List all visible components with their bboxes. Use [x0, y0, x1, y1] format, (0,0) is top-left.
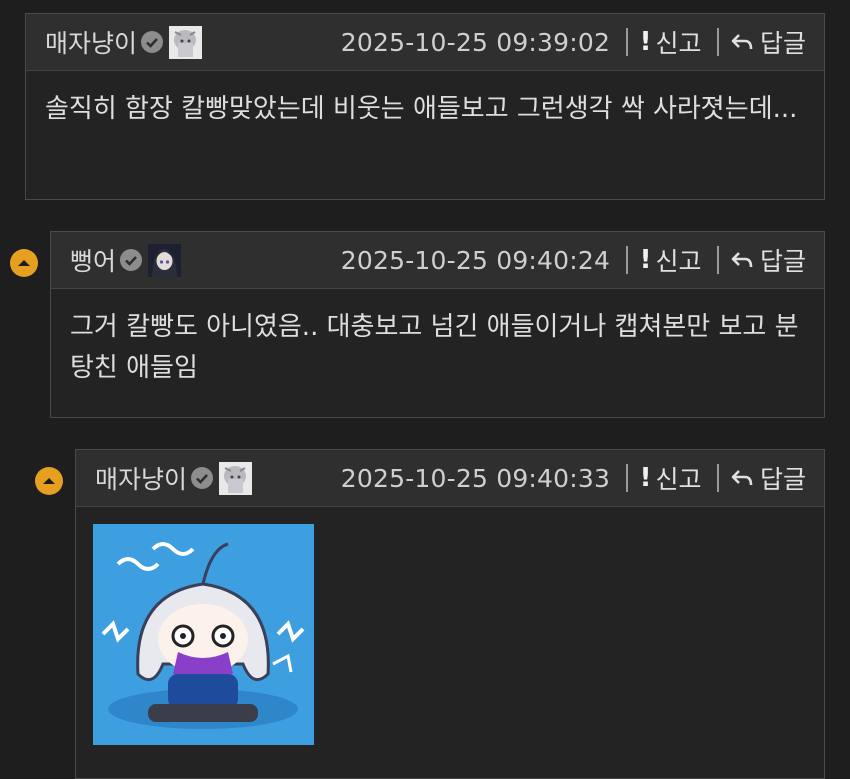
report-button[interactable]: ! 신고 — [640, 242, 702, 278]
report-label: 신고 — [655, 465, 702, 494]
comment-header: 매자냥이 2025-10-25 09:40:33 ! 신고 답글 — [76, 450, 824, 507]
comment-header: 뻥어 2025-10-25 09:40:24 ! 신고 답글 — [51, 232, 824, 289]
author[interactable]: 매자냥이 — [95, 460, 253, 496]
avatar[interactable] — [169, 25, 203, 59]
author-name[interactable]: 매자냥이 — [45, 24, 137, 60]
divider — [717, 246, 719, 274]
reply-label: 답글 — [759, 29, 806, 58]
avatar[interactable] — [219, 461, 253, 495]
verified-icon — [141, 31, 164, 53]
reply-arrow-icon — [731, 28, 753, 57]
verified-icon — [191, 467, 214, 489]
divider — [626, 28, 628, 56]
verified-icon — [120, 249, 143, 271]
exclamation-icon: ! — [639, 463, 652, 493]
avatar[interactable] — [148, 243, 182, 277]
reply-label: 답글 — [759, 247, 806, 276]
author-name[interactable]: 뻥어 — [70, 242, 116, 278]
reply-label: 답글 — [759, 465, 806, 494]
reply-button[interactable]: 답글 — [731, 24, 806, 60]
comment: 매자냥이 2025-10-25 09:40:33 ! 신고 답글 — [75, 449, 825, 779]
report-button[interactable]: ! 신고 — [640, 460, 702, 496]
reply-arrow-icon — [731, 246, 753, 275]
collapse-toggle-icon[interactable] — [35, 467, 63, 495]
divider — [717, 464, 719, 492]
comment-text: 솔직히 함장 칼빵맞았는데 비웃는 애들보고 그런생각 싹 사라졋는데... — [45, 94, 798, 124]
comment-text: 그거 칼빵도 아니였음.. 대충보고 넘긴 애들이거나 캡쳐본만 보고 분탕친 … — [70, 312, 799, 383]
divider — [626, 246, 628, 274]
author[interactable]: 뻥어 — [70, 242, 182, 278]
author-name[interactable]: 매자냥이 — [95, 460, 187, 496]
reply-button[interactable]: 답글 — [731, 460, 806, 496]
divider — [717, 28, 719, 56]
exclamation-icon: ! — [639, 245, 652, 275]
sticker-image — [93, 524, 314, 745]
report-label: 신고 — [655, 29, 702, 58]
reply-button[interactable]: 답글 — [731, 242, 806, 278]
reply-arrow-icon — [731, 464, 753, 493]
comment-body — [76, 507, 824, 762]
report-button[interactable]: ! 신고 — [640, 24, 702, 60]
exclamation-icon: ! — [639, 27, 652, 57]
comment: 매자냥이 2025-10-25 09:39:02 ! 신고 답글 솔직히 함장 … — [25, 13, 825, 200]
author[interactable]: 매자냥이 — [45, 24, 203, 60]
timestamp: 2025-10-25 09:39:02 — [340, 27, 611, 57]
comment: 뻥어 2025-10-25 09:40:24 ! 신고 답글 그거 칼빵도 아니… — [50, 231, 825, 418]
divider — [626, 464, 628, 492]
timestamp: 2025-10-25 09:40:33 — [340, 463, 611, 493]
comment-header: 매자냥이 2025-10-25 09:39:02 ! 신고 답글 — [26, 14, 824, 71]
report-label: 신고 — [655, 247, 702, 276]
timestamp: 2025-10-25 09:40:24 — [340, 245, 611, 275]
collapse-toggle-icon[interactable] — [10, 249, 38, 277]
